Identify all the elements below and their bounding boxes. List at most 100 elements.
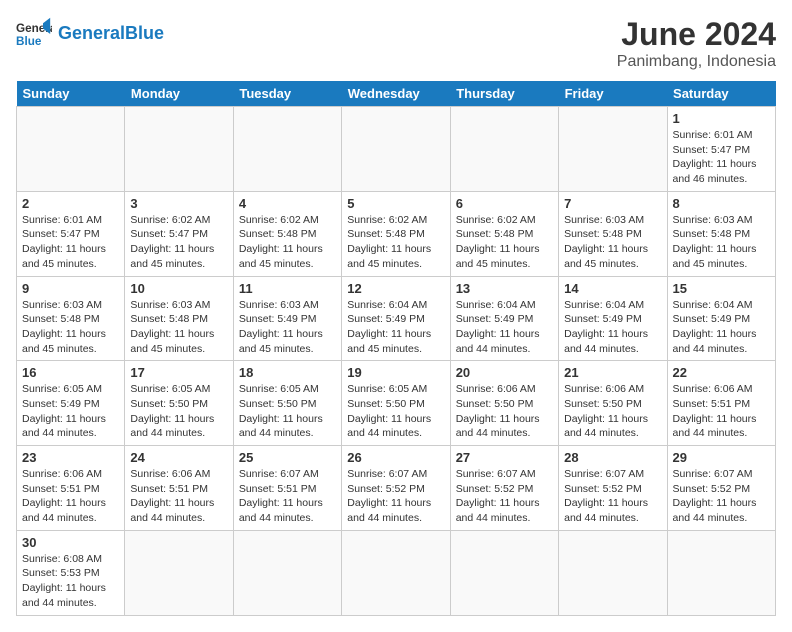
week-row-3: 9 Sunrise: 6:03 AMSunset: 5:48 PMDaylight… [17,276,776,361]
day-info: Sunrise: 6:04 AMSunset: 5:49 PMDaylight:… [673,298,770,357]
day-number: 12 [347,281,444,296]
day-number: 29 [673,450,770,465]
generalblue-logo-icon: General Blue [16,16,52,52]
calendar-cell: 18Sunrise: 6:05 AMSunset: 5:50 PMDayligh… [233,361,341,446]
day-number: 6 [456,196,553,211]
logo-text: GeneralBlue [58,24,164,44]
calendar-cell: 14 Sunrise: 6:04 AMSunset: 5:49 PMDayligh… [559,276,667,361]
day-number: 1 [673,111,770,126]
day-info: Sunrise: 6:02 AMSunset: 5:47 PMDaylight:… [130,213,227,272]
week-row-6: 30Sunrise: 6:08 AMSunset: 5:53 PMDayligh… [17,530,776,615]
day-info: Sunrise: 6:04 AMSunset: 5:49 PMDaylight:… [347,298,444,357]
calendar-cell [233,107,341,192]
week-row-4: 16Sunrise: 6:05 AMSunset: 5:49 PMDayligh… [17,361,776,446]
calendar-cell [559,107,667,192]
calendar-cell: 23 Sunrise: 6:06 AMSunset: 5:51 PMDayligh… [17,446,125,531]
day-info: Sunrise: 6:05 AMSunset: 5:49 PMDaylight:… [22,382,119,441]
day-number: 3 [130,196,227,211]
day-number: 21 [564,365,661,380]
title-block: June 2024 Panimbang, Indonesia [617,16,776,71]
day-number: 25 [239,450,336,465]
day-number: 2 [22,196,119,211]
day-number: 18 [239,365,336,380]
day-header-saturday: Saturday [667,81,775,107]
day-number: 24 [130,450,227,465]
day-info: Sunrise: 6:01 AMSunset: 5:47 PMDaylight:… [673,128,770,187]
calendar-cell: 2 Sunrise: 6:01 AMSunset: 5:47 PMDaylight… [17,191,125,276]
day-number: 9 [22,281,119,296]
day-info: Sunrise: 6:06 AMSunset: 5:50 PMDaylight:… [456,382,553,441]
day-header-sunday: Sunday [17,81,125,107]
day-number: 26 [347,450,444,465]
day-header-wednesday: Wednesday [342,81,450,107]
day-info: Sunrise: 6:07 AMSunset: 5:52 PMDaylight:… [456,467,553,526]
day-number: 11 [239,281,336,296]
calendar-cell: 8 Sunrise: 6:03 AMSunset: 5:48 PMDaylight… [667,191,775,276]
page-header: General Blue GeneralBlue June 2024 Panim… [16,16,776,71]
day-number: 23 [22,450,119,465]
calendar-cell: 20 Sunrise: 6:06 AMSunset: 5:50 PMDayligh… [450,361,558,446]
days-header-row: SundayMondayTuesdayWednesdayThursdayFrid… [17,81,776,107]
day-info: Sunrise: 6:03 AMSunset: 5:48 PMDaylight:… [673,213,770,272]
calendar-cell: 22Sunrise: 6:06 AMSunset: 5:51 PMDayligh… [667,361,775,446]
day-info: Sunrise: 6:06 AMSunset: 5:51 PMDaylight:… [22,467,119,526]
calendar-cell [125,107,233,192]
day-header-monday: Monday [125,81,233,107]
calendar-cell: 27 Sunrise: 6:07 AMSunset: 5:52 PMDayligh… [450,446,558,531]
calendar-cell: 5 Sunrise: 6:02 AMSunset: 5:48 PMDaylight… [342,191,450,276]
day-header-friday: Friday [559,81,667,107]
day-info: Sunrise: 6:04 AMSunset: 5:49 PMDaylight:… [564,298,661,357]
calendar-cell: 17 Sunrise: 6:05 AMSunset: 5:50 PMDayligh… [125,361,233,446]
day-info: Sunrise: 6:03 AMSunset: 5:48 PMDaylight:… [22,298,119,357]
day-info: Sunrise: 6:06 AMSunset: 5:51 PMDaylight:… [130,467,227,526]
calendar-cell: 21 Sunrise: 6:06 AMSunset: 5:50 PMDayligh… [559,361,667,446]
day-info: Sunrise: 6:07 AMSunset: 5:51 PMDaylight:… [239,467,336,526]
day-info: Sunrise: 6:04 AMSunset: 5:49 PMDaylight:… [456,298,553,357]
calendar-table: SundayMondayTuesdayWednesdayThursdayFrid… [16,81,776,616]
day-info: Sunrise: 6:06 AMSunset: 5:51 PMDaylight:… [673,382,770,441]
day-number: 30 [22,535,119,550]
day-number: 17 [130,365,227,380]
day-info: Sunrise: 6:06 AMSunset: 5:50 PMDaylight:… [564,382,661,441]
day-info: Sunrise: 6:05 AMSunset: 5:50 PMDaylight:… [130,382,227,441]
calendar-cell: 16Sunrise: 6:05 AMSunset: 5:49 PMDayligh… [17,361,125,446]
day-info: Sunrise: 6:05 AMSunset: 5:50 PMDaylight:… [347,382,444,441]
day-number: 19 [347,365,444,380]
calendar-cell [667,530,775,615]
day-info: Sunrise: 6:02 AMSunset: 5:48 PMDaylight:… [347,213,444,272]
calendar-cell: 29 Sunrise: 6:07 AMSunset: 5:52 PMDayligh… [667,446,775,531]
calendar-cell: 12 Sunrise: 6:04 AMSunset: 5:49 PMDayligh… [342,276,450,361]
day-number: 15 [673,281,770,296]
calendar-cell: 13 Sunrise: 6:04 AMSunset: 5:49 PMDayligh… [450,276,558,361]
day-info: Sunrise: 6:07 AMSunset: 5:52 PMDaylight:… [564,467,661,526]
calendar-cell: 7Sunrise: 6:03 AMSunset: 5:48 PMDaylight… [559,191,667,276]
day-number: 14 [564,281,661,296]
calendar-cell: 28 Sunrise: 6:07 AMSunset: 5:52 PMDayligh… [559,446,667,531]
calendar-cell [450,107,558,192]
calendar-cell [233,530,341,615]
day-info: Sunrise: 6:03 AMSunset: 5:48 PMDaylight:… [130,298,227,357]
calendar-cell: 3 Sunrise: 6:02 AMSunset: 5:47 PMDaylight… [125,191,233,276]
day-header-tuesday: Tuesday [233,81,341,107]
day-number: 20 [456,365,553,380]
day-info: Sunrise: 6:07 AMSunset: 5:52 PMDaylight:… [347,467,444,526]
day-number: 27 [456,450,553,465]
day-number: 5 [347,196,444,211]
calendar-cell [450,530,558,615]
day-info: Sunrise: 6:01 AMSunset: 5:47 PMDaylight:… [22,213,119,272]
day-number: 28 [564,450,661,465]
day-number: 7 [564,196,661,211]
day-number: 13 [456,281,553,296]
calendar-cell [17,107,125,192]
logo: General Blue GeneralBlue [16,16,164,52]
svg-text:Blue: Blue [16,35,42,48]
week-row-5: 23 Sunrise: 6:06 AMSunset: 5:51 PMDayligh… [17,446,776,531]
calendar-cell: 15 Sunrise: 6:04 AMSunset: 5:49 PMDayligh… [667,276,775,361]
day-number: 8 [673,196,770,211]
day-info: Sunrise: 6:07 AMSunset: 5:52 PMDaylight:… [673,467,770,526]
day-info: Sunrise: 6:02 AMSunset: 5:48 PMDaylight:… [456,213,553,272]
day-info: Sunrise: 6:03 AMSunset: 5:49 PMDaylight:… [239,298,336,357]
calendar-cell: 25 Sunrise: 6:07 AMSunset: 5:51 PMDayligh… [233,446,341,531]
calendar-cell: 1 Sunrise: 6:01 AMSunset: 5:47 PMDaylight… [667,107,775,192]
calendar-cell [125,530,233,615]
